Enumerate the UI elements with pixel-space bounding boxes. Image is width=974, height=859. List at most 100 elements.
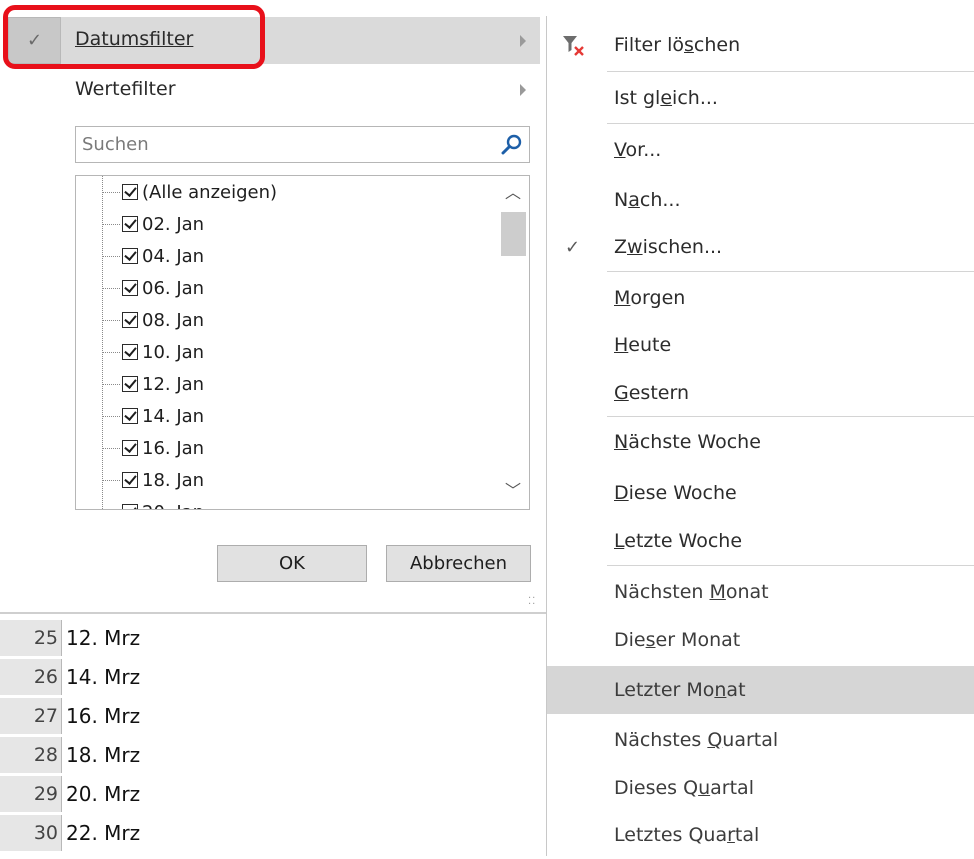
tree-connector (102, 351, 120, 353)
submenu-item-label: Gestern (614, 382, 689, 404)
checkbox[interactable] (122, 280, 138, 296)
list-item[interactable]: 18. Jan (102, 464, 204, 496)
checkbox[interactable] (122, 408, 138, 424)
submenu-item-label: Letzte Woche (614, 530, 743, 552)
list-item[interactable]: 06. Jan (102, 272, 204, 304)
menu-separator (607, 271, 974, 272)
list-item[interactable]: 16. Jan (102, 432, 204, 464)
submenu-item-label: Nächstes Quartal (614, 729, 779, 751)
submenu-item-label: Dieses Quartal (614, 777, 754, 799)
tree-connector (102, 447, 120, 449)
tree-connector (102, 383, 120, 385)
search-icon[interactable] (501, 134, 523, 156)
submenu-item-label: Dieser Monat (614, 629, 741, 651)
submenu-item-label: Nach... (614, 189, 681, 211)
check-icon: ✓ (565, 236, 581, 258)
submenu-item-label: Vor... (614, 139, 662, 161)
checkbox[interactable] (122, 312, 138, 328)
list-item[interactable]: 12. Jan (102, 368, 204, 400)
date-cell[interactable]: 16. Mrz (66, 698, 140, 734)
list-item[interactable]: 14. Jan (102, 400, 204, 432)
submenu-item-label: Heute (614, 334, 672, 356)
clear-filter-icon (563, 36, 584, 56)
checkbox[interactable] (122, 344, 138, 360)
row-number[interactable]: 29 (0, 776, 62, 812)
ok-button[interactable]: OK (217, 545, 367, 582)
list-item-label: 08. Jan (142, 309, 205, 331)
search-placeholder: Suchen (82, 134, 149, 155)
checkbox[interactable] (122, 216, 138, 232)
submenu-item-nächsten-monat[interactable]: Nächsten Monat (547, 568, 974, 616)
submenu-item-letztes-quartal[interactable]: Letztes Quartal (547, 811, 974, 859)
date-cell[interactable]: 22. Mrz (66, 815, 140, 851)
checkbox[interactable] (122, 248, 138, 264)
list-item-label: 10. Jan (142, 341, 205, 363)
row-number[interactable]: 28 (0, 737, 62, 773)
checkbox[interactable] (122, 184, 138, 200)
tree-connector (102, 191, 120, 193)
submenu-item-heute[interactable]: Heute (547, 321, 974, 369)
checkbox[interactable] (122, 376, 138, 392)
menu-separator (607, 123, 974, 124)
checkbox[interactable] (122, 472, 138, 488)
submenu-item-vor[interactable]: Vor... (547, 126, 974, 174)
row-number[interactable]: 30 (0, 815, 62, 851)
submenu-item-gestern[interactable]: Gestern (547, 369, 974, 417)
resize-grip-icon[interactable]: ·· ·· (528, 594, 536, 610)
check-icon: ✓ (8, 17, 61, 64)
value-filter-label: Wertefilter (75, 78, 176, 100)
submenu-item-label: Morgen (614, 287, 686, 309)
date-cell[interactable]: 18. Mrz (66, 737, 140, 773)
vertical-scrollbar[interactable]: ︿ ﹀ (497, 176, 529, 509)
submenu-item-nach[interactable]: Nach... (547, 176, 974, 224)
list-item[interactable]: 02. Jan (102, 208, 204, 240)
submenu-item-filter-löschen[interactable]: Filter löschen (547, 21, 974, 69)
list-item-label: 14. Jan (142, 405, 205, 427)
list-item-label: 04. Jan (142, 245, 205, 267)
checkbox[interactable] (122, 440, 138, 456)
list-item-label: 12. Jan (142, 373, 205, 395)
date-cell[interactable]: 14. Mrz (66, 659, 140, 695)
list-item-label: (Alle anzeigen) (142, 181, 278, 203)
tree-connector (102, 287, 120, 289)
submenu-item-letzter-monat[interactable]: Letzter Monat (547, 666, 974, 714)
scroll-up-icon[interactable]: ︿ (497, 178, 529, 204)
tree-connector (102, 319, 120, 321)
list-item[interactable]: 20. Jan (102, 496, 204, 510)
sheet-divider (0, 612, 546, 614)
search-input[interactable]: Suchen (75, 126, 530, 163)
submenu-item-nächste-woche[interactable]: Nächste Woche (547, 418, 974, 466)
list-item[interactable]: 10. Jan (102, 336, 204, 368)
submenu-item-zwischen[interactable]: ✓ Zwischen... (547, 223, 974, 271)
submenu-item-diese-woche[interactable]: Diese Woche (547, 469, 974, 517)
date-filter-submenu: Filter löschen Ist gleich... Vor... Nach...… (546, 16, 974, 856)
tree-connector (102, 479, 120, 481)
list-item[interactable]: 04. Jan (102, 240, 204, 272)
submenu-arrow-icon (520, 84, 526, 96)
submenu-item-ist-gleich[interactable]: Ist gleich... (547, 74, 974, 122)
list-item[interactable]: 08. Jan (102, 304, 204, 336)
cancel-button[interactable]: Abbrechen (386, 545, 531, 582)
row-number[interactable]: 27 (0, 698, 62, 734)
list-item-label: 02. Jan (142, 213, 205, 235)
row-number[interactable]: 25 (0, 620, 62, 656)
submenu-item-dieser-monat[interactable]: Dieser Monat (547, 616, 974, 664)
submenu-item-morgen[interactable]: Morgen (547, 274, 974, 322)
scroll-down-icon[interactable]: ﹀ (497, 476, 529, 502)
submenu-item-letzte-woche[interactable]: Letzte Woche (547, 517, 974, 565)
submenu-item-label: Nächsten Monat (614, 581, 769, 603)
list-item-label: 20. Jan (142, 502, 204, 510)
value-checkbox-list[interactable]: (Alle anzeigen) 02. Jan 04. Jan 06. Jan 08. … (75, 175, 530, 510)
submenu-arrow-icon (520, 35, 526, 47)
submenu-item-label: Ist gleich... (614, 87, 718, 109)
date-cell[interactable]: 20. Mrz (66, 776, 140, 812)
submenu-item-label: Zwischen... (614, 236, 723, 258)
tree-connector (102, 223, 120, 225)
date-cell[interactable]: 12. Mrz (66, 620, 140, 656)
scroll-thumb[interactable] (501, 212, 526, 256)
checkbox[interactable] (122, 504, 138, 509)
list-item[interactable]: (Alle anzeigen) (102, 176, 277, 208)
submenu-item-nächstes-quartal[interactable]: Nächstes Quartal (547, 716, 974, 764)
submenu-item-dieses-quartal[interactable]: Dieses Quartal (547, 764, 974, 812)
row-number[interactable]: 26 (0, 659, 62, 695)
